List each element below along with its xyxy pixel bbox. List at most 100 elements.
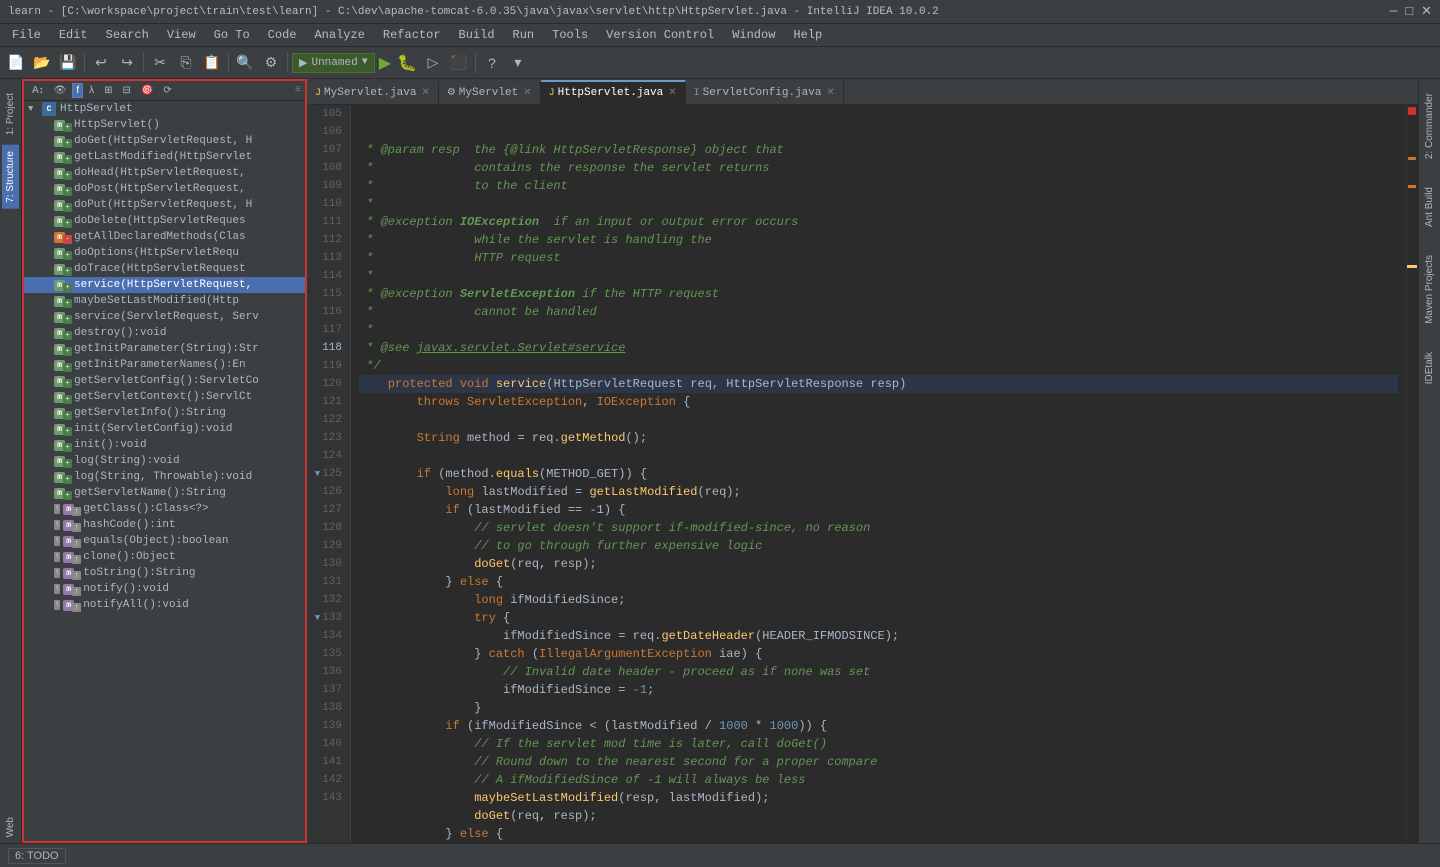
run2-button[interactable]: ▷: [421, 51, 445, 75]
tree-node-7[interactable]: m+doDelete(HttpServletReques: [24, 213, 305, 229]
menu-item-build[interactable]: Build: [451, 26, 503, 44]
tree-node-httpservlet[interactable]: ▼ C HttpServlet: [24, 101, 305, 117]
undo-button[interactable]: ↩: [89, 51, 113, 75]
tab-close-servletconfig[interactable]: ✕: [826, 87, 834, 99]
stop-button[interactable]: ⬛: [447, 51, 471, 75]
structure-locate-btn[interactable]: 🎯: [137, 83, 157, 98]
cut-button[interactable]: ✂: [148, 51, 172, 75]
tab-myservlet[interactable]: ⚙ MyServlet ✕: [439, 80, 541, 104]
menu-item-edit[interactable]: Edit: [51, 26, 96, 44]
structure-collapse-btn[interactable]: ⊟: [119, 83, 135, 98]
tree-node-13[interactable]: m+service(ServletRequest, Serv: [24, 309, 305, 325]
tree-node-21[interactable]: m+init():void: [24, 437, 305, 453]
menu-item-analyze[interactable]: Analyze: [306, 26, 372, 44]
tree-icon-wrapper-29: m↑: [63, 566, 81, 580]
run-button[interactable]: ▶: [377, 53, 393, 73]
menu-item-run[interactable]: Run: [505, 26, 543, 44]
find-button[interactable]: 🔍: [233, 51, 257, 75]
menu-item-search[interactable]: Search: [98, 26, 157, 44]
menu-item-help[interactable]: Help: [785, 26, 830, 44]
tree-node-30[interactable]: ↑m↑notify():void: [24, 581, 305, 597]
fold-icon-125[interactable]: ▼: [315, 465, 320, 483]
tab-myservlet-java[interactable]: J MyServlet.java ✕: [307, 80, 439, 104]
tree-node-3[interactable]: m+getLastModified(HttpServlet: [24, 149, 305, 165]
tree-node-11[interactable]: m+service(HttpServletRequest,: [24, 277, 305, 293]
tree-node-14[interactable]: m+destroy():void: [24, 325, 305, 341]
todo-button[interactable]: 6: TODO: [8, 848, 66, 864]
paste-button[interactable]: 📋: [200, 51, 224, 75]
fold-icon-133[interactable]: ▼: [315, 609, 320, 627]
structure-expand-btn[interactable]: ⊞: [100, 83, 116, 98]
tree-node-25[interactable]: ↑m↑getClass():Class<?>: [24, 501, 305, 517]
tree-node-10[interactable]: m+doTrace(HttpServletRequest: [24, 261, 305, 277]
web-tool-tab[interactable]: Web: [2, 811, 19, 843]
tree-node-1[interactable]: m+HttpServlet(): [24, 117, 305, 133]
tree-node-18[interactable]: m+getServletContext():ServlCt: [24, 389, 305, 405]
run-config-selector[interactable]: ▶ Unnamed ▼: [292, 53, 375, 73]
tree-label-9: doOptions(HttpServletRequ: [74, 247, 239, 259]
tree-node-31[interactable]: ↑m↑notifyAll():void: [24, 597, 305, 613]
run-config-dropdown-icon[interactable]: ▼: [362, 57, 368, 68]
tree-node-6[interactable]: m+doPut(HttpServletRequest, H: [24, 197, 305, 213]
tree-node-26[interactable]: ↑m↑hashCode():int: [24, 517, 305, 533]
redo-button[interactable]: ↪: [115, 51, 139, 75]
tree-label-30: notify():void: [83, 583, 169, 595]
structure-tool-tab[interactable]: 7: Structure: [2, 145, 19, 209]
more-button[interactable]: ▾: [506, 51, 530, 75]
tree-node-29[interactable]: ↑m↑toString():String: [24, 565, 305, 581]
tree-node-23[interactable]: m+log(String, Throwable):void: [24, 469, 305, 485]
tab-servletconfig-java[interactable]: I ServletConfig.java ✕: [686, 80, 844, 104]
close-button[interactable]: ✕: [1421, 4, 1432, 19]
new-file-button[interactable]: 📄: [4, 51, 28, 75]
tree-node-19[interactable]: m+getServletInfo():String: [24, 405, 305, 421]
menu-item-refactor[interactable]: Refactor: [375, 26, 449, 44]
tree-node-20[interactable]: m+init(ServletConfig):void: [24, 421, 305, 437]
help-button[interactable]: ?: [480, 51, 504, 75]
open-button[interactable]: 📂: [30, 51, 54, 75]
tree-node-12[interactable]: m+maybeSetLastModified(Http: [24, 293, 305, 309]
structure-autoscroll-btn[interactable]: ⟳: [159, 83, 175, 98]
menu-item-tools[interactable]: Tools: [544, 26, 596, 44]
tree-node-24[interactable]: m+getServletName():String: [24, 485, 305, 501]
menu-item-file[interactable]: File: [4, 26, 49, 44]
structure-sort-visibility-btn[interactable]: 👁: [50, 83, 71, 98]
tree-node-8[interactable]: m-getAllDeclaredMethods(Clas: [24, 229, 305, 245]
structure-settings-icon[interactable]: ≡: [295, 85, 301, 96]
tree-node-9[interactable]: m+doOptions(HttpServletRequ: [24, 245, 305, 261]
code-editor[interactable]: * @param resp the {@link HttpServletResp…: [351, 105, 1406, 843]
tree-node-2[interactable]: m+doGet(HttpServletRequest, H: [24, 133, 305, 149]
maximize-button[interactable]: □: [1405, 4, 1413, 19]
ant-build-tool-tab[interactable]: Ant Build: [1421, 181, 1438, 233]
structure-sort-alpha-btn[interactable]: A↕: [28, 83, 48, 98]
tree-node-15[interactable]: m+getInitParameter(String):Str: [24, 341, 305, 357]
commander-tool-tab[interactable]: 2: Commander: [1421, 87, 1438, 165]
find2-button[interactable]: ⚙: [259, 51, 283, 75]
debug-button[interactable]: 🐛: [395, 53, 419, 73]
menu-item-code[interactable]: Code: [260, 26, 305, 44]
menu-item-window[interactable]: Window: [724, 26, 783, 44]
menu-item-version-control[interactable]: Version Control: [598, 26, 722, 44]
copy-button[interactable]: ⎘: [174, 51, 198, 75]
tree-node-4[interactable]: m+doHead(HttpServletRequest,: [24, 165, 305, 181]
tab-close-httpservlet-java[interactable]: ✕: [668, 87, 676, 99]
structure-fields-btn[interactable]: f: [72, 83, 83, 98]
menu-item-view[interactable]: View: [159, 26, 204, 44]
tree-node-22[interactable]: m+log(String):void: [24, 453, 305, 469]
idetalk-tool-tab[interactable]: IDEtalk: [1421, 346, 1438, 390]
tree-node-17[interactable]: m+getServletConfig():ServletCo: [24, 373, 305, 389]
tree-node-27[interactable]: ↑m↑equals(Object):boolean: [24, 533, 305, 549]
project-tool-tab[interactable]: 1: Project: [2, 87, 19, 141]
menu-item-go-to[interactable]: Go To: [206, 26, 258, 44]
minimize-button[interactable]: ─: [1389, 4, 1397, 19]
tree-node-5[interactable]: m+doPost(HttpServletRequest,: [24, 181, 305, 197]
structure-anon-btn[interactable]: λ: [85, 83, 98, 98]
tab-httpservlet-java[interactable]: J HttpServlet.java ✕: [541, 80, 686, 104]
tree-node-16[interactable]: m+getInitParameterNames():En: [24, 357, 305, 373]
save-button[interactable]: 💾: [56, 51, 80, 75]
tab-close-myservlet-java[interactable]: ✕: [421, 87, 429, 99]
code-line-140: // A ifModifiedSince of -1 will always b…: [359, 771, 1398, 789]
gutter-line-134: 134: [307, 627, 346, 645]
tree-node-28[interactable]: ↑m↑clone():Object: [24, 549, 305, 565]
tab-close-myservlet[interactable]: ✕: [523, 87, 531, 99]
maven-tool-tab[interactable]: Maven Projects: [1421, 249, 1438, 330]
